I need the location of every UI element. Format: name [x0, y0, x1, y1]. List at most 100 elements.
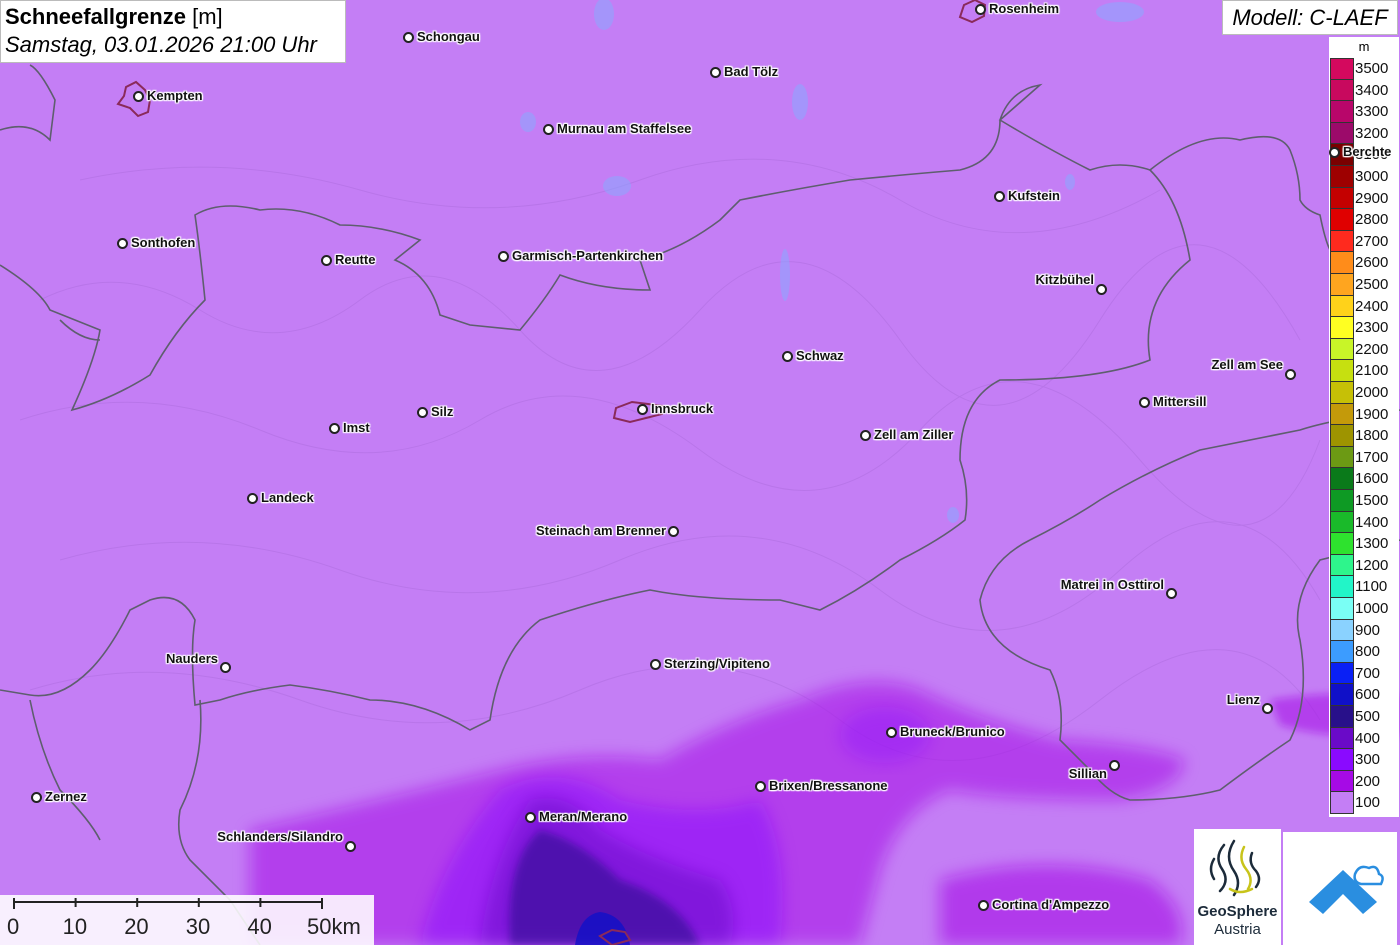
city-label[interactable]: Schwaz — [796, 348, 844, 364]
legend-swatch — [1330, 425, 1354, 447]
geosphere-logo-icon — [1209, 839, 1261, 897]
city-label[interactable]: Berchte — [1343, 144, 1391, 160]
city-marker-icon[interactable] — [416, 406, 428, 418]
legend-item-2900: 2900 — [1329, 187, 1399, 210]
city-marker-icon[interactable] — [328, 422, 340, 434]
geosphere-austria-logo[interactable]: GeoSphere Austria — [1194, 829, 1281, 945]
city-label[interactable]: Nauders — [166, 651, 218, 667]
city-marker-icon[interactable] — [781, 350, 793, 362]
city-label[interactable]: Schongau — [417, 29, 480, 45]
city-label[interactable]: Zell am Ziller — [874, 427, 953, 443]
city-label[interactable]: Garmisch-Partenkirchen — [512, 248, 663, 264]
city-label[interactable]: Cortina d'Ampezzo — [992, 897, 1109, 913]
city-marker-icon[interactable] — [116, 237, 128, 249]
city-label[interactable]: Schlanders/Silandro — [217, 829, 343, 845]
city-marker-icon[interactable] — [30, 791, 42, 803]
model-label: Modell: C-LAEF — [1222, 0, 1398, 35]
legend-item-1400: 1400 — [1329, 511, 1399, 534]
legend-label: 3500 — [1355, 60, 1389, 77]
city-label[interactable]: Rosenheim — [989, 1, 1059, 17]
city-marker-icon[interactable] — [402, 31, 414, 43]
legend-label: 300 — [1355, 751, 1381, 769]
legend-label: 2800 — [1355, 211, 1389, 229]
city-marker-icon[interactable] — [344, 840, 356, 852]
city-label[interactable]: Meran/Merano — [539, 809, 627, 825]
city-marker-icon[interactable] — [754, 780, 766, 792]
legend-item-2600: 2600 — [1329, 252, 1399, 274]
city-label[interactable]: Kempten — [147, 88, 203, 104]
scale-bar: 0 10 20 30 40 50km — [0, 895, 374, 945]
city-label[interactable]: Brixen/Bressanone — [769, 778, 888, 794]
city-label[interactable]: Sillian — [1069, 766, 1107, 782]
city-marker-icon[interactable] — [667, 525, 679, 537]
legend-swatch — [1330, 274, 1354, 296]
city-marker-icon[interactable] — [1165, 587, 1177, 599]
city-label[interactable]: Sonthofen — [131, 235, 195, 251]
city-label[interactable]: Murnau am Staffelsee — [557, 121, 691, 137]
city-marker-icon[interactable] — [132, 90, 144, 102]
city-label[interactable]: Zernez — [45, 789, 87, 805]
legend-swatch — [1330, 209, 1354, 231]
legend-swatch — [1330, 295, 1354, 318]
city-marker-icon[interactable] — [1108, 759, 1120, 771]
geosphere-name: GeoSphere — [1197, 903, 1278, 920]
legend-item-400: 400 — [1329, 727, 1399, 750]
legend-swatch — [1330, 706, 1354, 728]
city-marker-icon[interactable] — [636, 403, 648, 415]
city-marker-icon[interactable] — [219, 661, 231, 673]
city-marker-icon[interactable] — [1261, 702, 1273, 714]
legend-swatch — [1330, 619, 1354, 642]
city-label[interactable]: Reutte — [335, 252, 375, 268]
legend-label: 2000 — [1355, 384, 1389, 401]
city-label[interactable]: Mittersill — [1153, 394, 1206, 410]
city-label[interactable]: Steinach am Brenner — [536, 523, 666, 539]
legend-swatch — [1330, 511, 1354, 534]
legend-swatch — [1330, 230, 1354, 253]
legend-swatch — [1330, 576, 1354, 598]
city-marker-icon[interactable] — [709, 66, 721, 78]
legend-item-200: 200 — [1329, 770, 1399, 793]
city-marker-icon[interactable] — [320, 254, 332, 266]
legend-label: 500 — [1355, 708, 1381, 725]
legend-label: 3200 — [1355, 124, 1389, 142]
legend-item-1100: 1100 — [1329, 576, 1399, 598]
city-label[interactable]: Bruneck/Brunico — [900, 724, 1005, 740]
city-marker-icon[interactable] — [1284, 368, 1296, 380]
legend-item-3300: 3300 — [1329, 101, 1399, 123]
mountain-cloud-logo[interactable] — [1283, 832, 1397, 945]
city-label[interactable]: Matrei in Osttirol — [1061, 577, 1164, 593]
city-marker-icon[interactable] — [649, 658, 661, 670]
legend-label: 2400 — [1355, 297, 1389, 315]
city-label[interactable]: Lienz — [1227, 692, 1260, 708]
city-label[interactable]: Sterzing/Vipiteno — [664, 656, 770, 672]
city-marker-icon[interactable] — [1095, 283, 1107, 295]
city-label[interactable]: Zell am See — [1211, 357, 1283, 373]
city-marker-icon[interactable] — [974, 3, 986, 15]
city-marker-icon[interactable] — [542, 123, 554, 135]
city-marker-icon[interactable] — [524, 811, 536, 823]
city-marker-icon[interactable] — [977, 899, 989, 911]
legend-item-500: 500 — [1329, 706, 1399, 728]
city-marker-icon[interactable] — [1328, 146, 1340, 158]
city-label[interactable]: Kitzbühel — [1036, 272, 1095, 288]
city-label[interactable]: Imst — [343, 420, 370, 436]
city-label[interactable]: Innsbruck — [651, 401, 713, 417]
city-label[interactable]: Kufstein — [1008, 188, 1060, 204]
legend-label: 1000 — [1355, 600, 1389, 617]
city-label[interactable]: Landeck — [261, 490, 314, 506]
city-marker-icon[interactable] — [993, 190, 1005, 202]
legend-swatch — [1330, 727, 1354, 750]
city-label[interactable]: Silz — [431, 404, 453, 420]
city-marker-icon[interactable] — [859, 429, 871, 441]
city-marker-icon[interactable] — [1138, 396, 1150, 408]
city-marker-icon[interactable] — [885, 726, 897, 738]
legend-item-3200: 3200 — [1329, 122, 1399, 145]
legend-label: 3000 — [1355, 168, 1389, 185]
legend-item-2500: 2500 — [1329, 274, 1399, 296]
map-canvas[interactable] — [0, 0, 1400, 945]
legend-item-3400: 3400 — [1329, 79, 1399, 102]
legend-item-2700: 2700 — [1329, 230, 1399, 253]
city-marker-icon[interactable] — [246, 492, 258, 504]
city-marker-icon[interactable] — [497, 250, 509, 262]
city-label[interactable]: Bad Tölz — [724, 64, 778, 80]
